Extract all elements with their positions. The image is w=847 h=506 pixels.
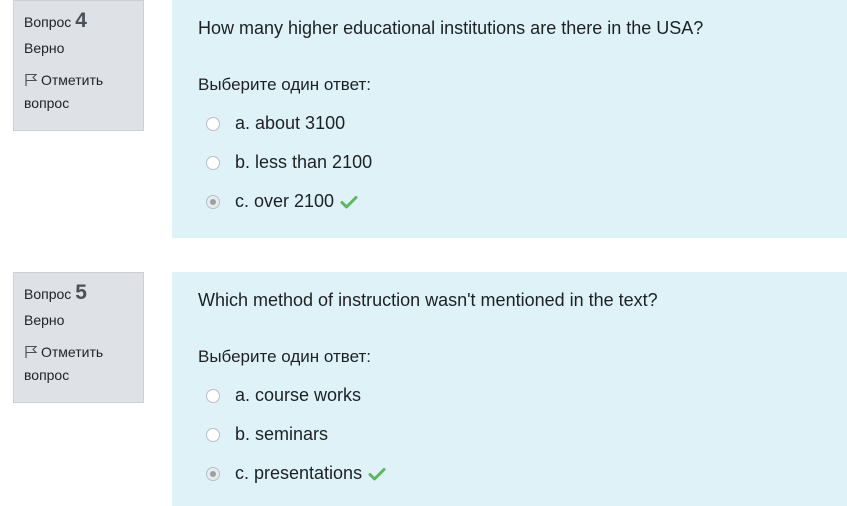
question-content: Which method of instruction wasn't menti…	[172, 272, 847, 506]
question-number: Вопрос 5	[24, 281, 133, 307]
answer-label: b. seminars	[235, 424, 329, 444]
answer-list: a. about 3100 b. less than 2100 c. over …	[198, 104, 821, 221]
answer-radio[interactable]	[206, 155, 220, 170]
answer-option-c[interactable]: c. presentations	[198, 454, 821, 493]
flag-icon	[25, 345, 38, 358]
question-number: Вопрос 4	[24, 9, 133, 35]
answer-label: b. less than 2100	[235, 152, 373, 172]
question-state: Верно	[24, 312, 65, 328]
answer-prompt: Выберите один ответ:	[198, 75, 371, 94]
question-number-value: 4	[75, 9, 87, 32]
answer-prompt: Выберите один ответ:	[198, 347, 371, 366]
flag-question-link[interactable]: Отметить вопрос	[24, 341, 133, 387]
question-info: Вопрос 5 Верно Отметить вопрос	[13, 272, 144, 403]
question-state: Верно	[24, 40, 65, 56]
answer-option-c[interactable]: c. over 2100	[198, 182, 821, 221]
answer-list: a. course works b. seminars c. presentat…	[198, 376, 821, 493]
answer-option-b[interactable]: b. seminars	[198, 415, 821, 454]
answer-label: c. over 2100	[235, 191, 335, 211]
check-icon	[368, 467, 386, 480]
answer-label: a. course works	[235, 385, 362, 405]
question-number-label: Вопрос	[24, 286, 72, 302]
question-text: How many higher educational institutions…	[198, 18, 704, 38]
question-5: Вопрос 5 Верно Отметить вопрос Which met…	[0, 272, 847, 506]
question-content: How many higher educational institutions…	[172, 0, 847, 238]
check-icon	[340, 195, 358, 208]
answer-option-a[interactable]: a. about 3100	[198, 104, 821, 143]
question-info: Вопрос 4 Верно Отметить вопрос	[13, 0, 144, 131]
flag-icon	[25, 73, 38, 86]
answer-option-a[interactable]: a. course works	[198, 376, 821, 415]
answer-option-b[interactable]: b. less than 2100	[198, 143, 821, 182]
question-number-label: Вопрос	[24, 14, 72, 30]
answer-radio[interactable]	[206, 427, 220, 442]
answer-label: c. presentations	[235, 463, 363, 483]
question-4: Вопрос 4 Верно Отметить вопрос How many …	[0, 0, 847, 238]
flag-question-link[interactable]: Отметить вопрос	[24, 69, 133, 115]
answer-radio[interactable]	[206, 388, 220, 403]
question-number-value: 5	[75, 281, 87, 304]
answer-radio-selected[interactable]	[206, 466, 220, 481]
question-text: Which method of instruction wasn't menti…	[198, 290, 658, 310]
answer-radio-selected[interactable]	[206, 194, 220, 209]
answer-radio[interactable]	[206, 116, 220, 131]
answer-label: a. about 3100	[235, 113, 346, 133]
